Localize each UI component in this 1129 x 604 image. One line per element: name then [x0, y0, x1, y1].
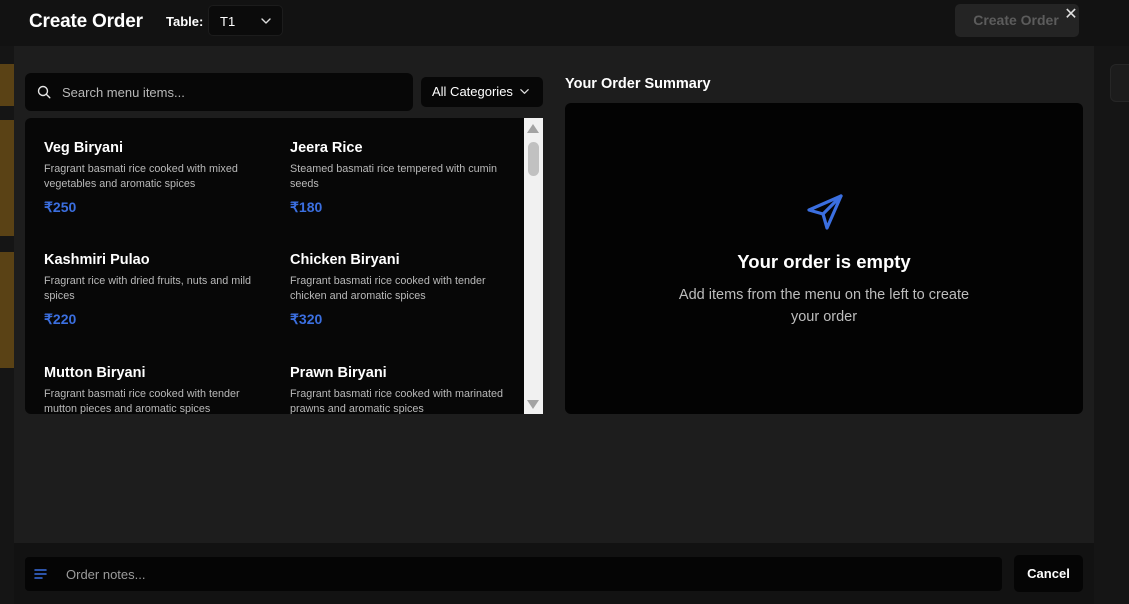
menu-item-price: ₹220 [44, 311, 77, 327]
menu-item-description: Fragrant rice with dried fruits, nuts an… [44, 275, 252, 302]
menu-item-price: ₹250 [44, 199, 77, 215]
background-right-strip [1094, 0, 1129, 604]
menu-item-description: Fragrant basmati rice cooked with marina… [290, 388, 504, 414]
search-input[interactable]: Search menu items... [62, 85, 185, 100]
background-left-strip [0, 0, 14, 604]
empty-order-title: Your order is empty [737, 251, 911, 272]
close-icon[interactable]: ✕ [1062, 6, 1080, 24]
menu-item-name: Prawn Biryani [290, 365, 387, 381]
menu-item-description: Fragrant basmati rice cooked with tender… [290, 275, 486, 302]
menu-item[interactable]: Veg Biryani Fragrant basmati rice cooked… [44, 140, 264, 216]
menu-scrollbar[interactable] [524, 118, 543, 414]
order-notes-field[interactable]: Order notes... [25, 557, 1002, 591]
menu-item-name: Mutton Biryani [44, 365, 146, 381]
menu-item-price: ₹180 [290, 199, 323, 215]
search-icon [37, 85, 51, 99]
cancel-button[interactable]: Cancel [1014, 555, 1083, 592]
menu-item-description: Fragrant basmati rice cooked with tender… [44, 388, 240, 414]
menu-item[interactable]: Kashmiri Pulao Fragrant rice with dried … [44, 252, 264, 328]
background-card [0, 120, 14, 236]
send-icon [807, 194, 843, 230]
table-select-value: T1 [220, 14, 236, 29]
modal-title: Create Order [29, 11, 143, 32]
menu-item[interactable]: Mutton Biryani Fragrant basmati rice coo… [44, 365, 264, 414]
order-summary-title: Your Order Summary [565, 76, 711, 92]
chevron-down-icon [520, 89, 529, 94]
table-select[interactable]: T1 [208, 5, 283, 36]
empty-order-hint: Add items from the menu on the left to c… [678, 287, 970, 325]
table-label: Table: [166, 14, 204, 29]
background-card [0, 252, 14, 368]
modal-header: Create Order Table: T1 Create Order ✕ [0, 0, 1129, 46]
menu-item-price: ₹320 [290, 311, 323, 327]
menu-item[interactable]: Chicken Biryani Fragrant basmati rice co… [290, 252, 510, 328]
menu-item-name: Kashmiri Pulao [44, 252, 150, 268]
menu-item-name: Chicken Biryani [290, 252, 400, 268]
menu-item-name: Veg Biryani [44, 140, 123, 156]
background-panel [1110, 64, 1129, 102]
notes-lines-icon [34, 569, 47, 579]
create-order-button[interactable]: Create Order [955, 4, 1079, 37]
category-select[interactable]: All Categories [421, 77, 543, 107]
scroll-down-arrow-icon[interactable] [527, 400, 539, 409]
scrollbar-thumb[interactable] [528, 142, 539, 176]
chevron-down-icon [261, 18, 271, 24]
menu-item-description: Steamed basmati rice tempered with cumin… [290, 163, 498, 190]
order-notes-input[interactable]: Order notes... [66, 567, 145, 582]
search-bar[interactable]: Search menu items... [25, 73, 413, 111]
menu-item[interactable]: Jeera Rice Steamed basmati rice tempered… [290, 140, 510, 216]
menu-list: Veg Biryani Fragrant basmati rice cooked… [25, 118, 543, 414]
scroll-up-arrow-icon[interactable] [527, 124, 539, 133]
order-summary-panel: Your order is empty Add items from the m… [565, 103, 1083, 414]
category-select-value: All Categories [432, 84, 513, 99]
background-card [0, 64, 14, 106]
menu-item-name: Jeera Rice [290, 140, 363, 156]
menu-item-description: Fragrant basmati rice cooked with mixed … [44, 163, 238, 190]
menu-item[interactable]: Prawn Biryani Fragrant basmati rice cook… [290, 365, 510, 414]
